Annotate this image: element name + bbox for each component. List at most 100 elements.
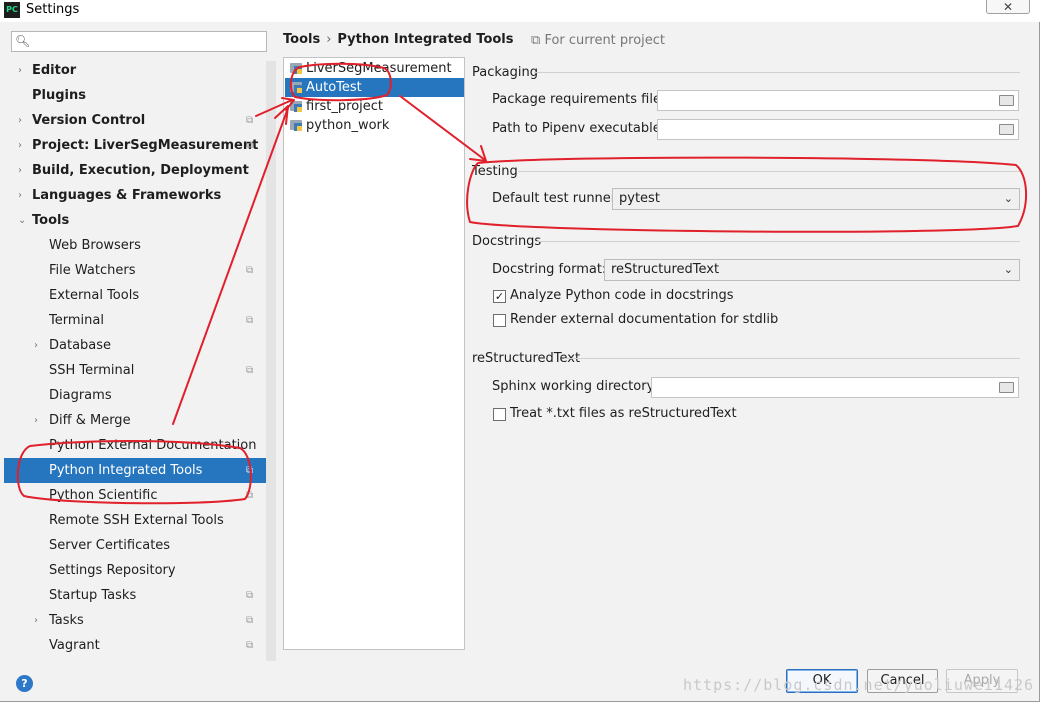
- sidebar-item[interactable]: File Watchers ⧉: [4, 258, 272, 283]
- sidebar-item-label: Project: LiverSegMeasurement: [32, 138, 259, 153]
- help-icon[interactable]: ?: [16, 675, 33, 692]
- section-divider: [564, 358, 1020, 359]
- python-project-icon: [290, 120, 302, 131]
- analyze-checkbox[interactable]: ✓: [493, 290, 506, 303]
- sidebar-item[interactable]: › Build, Execution, Deployment: [4, 158, 272, 183]
- breadcrumb-separator: ›: [326, 32, 332, 47]
- packaging-section-title: Packaging: [472, 65, 538, 80]
- sidebar-item[interactable]: Server Certificates: [4, 533, 272, 558]
- chevron-down-icon: ⌄: [1003, 263, 1013, 276]
- render-docs-checkbox[interactable]: [493, 314, 506, 327]
- sidebar-item-label: SSH Terminal: [49, 363, 135, 378]
- pipenv-field[interactable]: [657, 119, 1019, 140]
- chevron-down-icon[interactable]: ⌄: [18, 208, 26, 233]
- sidebar-item[interactable]: Python Integrated Tools ⧉: [4, 458, 272, 483]
- sidebar-item-label: Server Certificates: [49, 538, 171, 553]
- folder-icon[interactable]: [999, 124, 1014, 135]
- search-icon: 🔍︎: [15, 34, 31, 48]
- sidebar-item[interactable]: Plugins: [4, 83, 272, 108]
- sidebar-item-label: Tools: [32, 213, 70, 228]
- window-title: Settings: [26, 2, 80, 17]
- folder-icon[interactable]: [999, 382, 1014, 393]
- section-divider: [536, 241, 1020, 242]
- docstring-format-label: Docstring format:: [492, 262, 607, 277]
- docstring-format-select[interactable]: reStructuredText ⌄: [604, 259, 1020, 281]
- chevron-right-icon[interactable]: ›: [34, 608, 38, 633]
- sidebar-item[interactable]: Python Scientific ⧉: [4, 483, 272, 508]
- pipenv-label: Path to Pipenv executable:: [492, 121, 666, 136]
- chevron-right-icon[interactable]: ›: [18, 58, 22, 83]
- sidebar-item[interactable]: Web Browsers: [4, 233, 272, 258]
- project-scope-icon: ⧉: [246, 265, 254, 276]
- sidebar-item-label: Terminal: [49, 313, 104, 328]
- breadcrumb-parent[interactable]: Tools: [283, 32, 320, 47]
- sidebar-item[interactable]: Python External Documentation: [4, 433, 272, 458]
- chevron-right-icon[interactable]: ›: [18, 183, 22, 208]
- chevron-right-icon[interactable]: ›: [18, 108, 22, 133]
- sidebar-item-label: Build, Execution, Deployment: [32, 163, 249, 178]
- project-list-item[interactable]: AutoTest: [285, 78, 464, 97]
- sidebar-item[interactable]: Settings Repository: [4, 558, 272, 583]
- test-runner-value: pytest: [619, 191, 660, 206]
- sidebar-item-label: Languages & Frameworks: [32, 188, 222, 203]
- copy-icon: ⧉: [531, 33, 541, 48]
- sidebar-item-label: Diff & Merge: [49, 413, 131, 428]
- render-docs-label: Render external documentation for stdlib: [510, 312, 779, 327]
- python-project-icon: [290, 82, 302, 93]
- project-name: LiverSegMeasurement: [306, 61, 452, 76]
- project-name: first_project: [306, 99, 384, 114]
- sidebar-item[interactable]: › Version Control ⧉: [4, 108, 272, 133]
- sphinx-dir-field[interactable]: [651, 377, 1019, 398]
- chevron-right-icon[interactable]: ›: [18, 133, 22, 158]
- sidebar-item-label: Python Scientific: [49, 488, 158, 503]
- chevron-right-icon[interactable]: ›: [18, 158, 22, 183]
- section-divider: [518, 171, 1020, 172]
- sidebar-item-label: File Watchers: [49, 263, 136, 278]
- requirements-field[interactable]: [657, 90, 1019, 111]
- sidebar-item[interactable]: › Editor: [4, 58, 272, 83]
- sidebar-item[interactable]: › Project: LiverSegMeasurement ⧉: [4, 133, 272, 158]
- project-scope-icon: ⧉: [246, 640, 254, 651]
- sidebar-item-label: Remote SSH External Tools: [49, 513, 224, 528]
- sidebar-item[interactable]: Remote SSH External Tools: [4, 508, 272, 533]
- sidebar-item-label: Plugins: [32, 88, 86, 103]
- test-runner-select[interactable]: pytest ⌄: [612, 188, 1020, 210]
- requirements-label: Package requirements file:: [492, 92, 666, 107]
- sidebar-item[interactable]: Vagrant ⧉: [4, 633, 272, 658]
- scope-label: For current project: [544, 33, 666, 48]
- project-name: python_work: [306, 118, 390, 133]
- chevron-down-icon: ⌄: [1003, 192, 1013, 205]
- sidebar-item-label: Startup Tasks: [49, 588, 137, 603]
- sidebar-item[interactable]: Diagrams: [4, 383, 272, 408]
- chevron-right-icon[interactable]: ›: [34, 408, 38, 433]
- sidebar-item-label: Editor: [32, 63, 77, 78]
- folder-icon[interactable]: [999, 95, 1014, 106]
- sidebar-scrollbar[interactable]: [266, 61, 276, 661]
- treat-txt-checkbox[interactable]: [493, 408, 506, 421]
- sidebar-item[interactable]: SSH Terminal ⧉: [4, 358, 272, 383]
- chevron-right-icon[interactable]: ›: [34, 333, 38, 358]
- project-list-item[interactable]: first_project: [285, 97, 464, 116]
- sidebar-item[interactable]: › Database: [4, 333, 272, 358]
- search-input[interactable]: 🔍︎: [11, 31, 267, 52]
- project-list: LiverSegMeasurement AutoTest first_project…: [283, 57, 465, 650]
- section-divider: [534, 72, 1020, 73]
- sidebar-item[interactable]: External Tools: [4, 283, 272, 308]
- sidebar-item-label: Version Control: [32, 113, 146, 128]
- sidebar-item-label: Diagrams: [49, 388, 112, 403]
- title-bar: PC Settings ✕: [0, 0, 1040, 22]
- sidebar-item[interactable]: › Tasks ⧉: [4, 608, 272, 633]
- sidebar-item[interactable]: ⌄ Tools: [4, 208, 272, 233]
- project-list-item[interactable]: python_work: [285, 116, 464, 135]
- sidebar-item-label: Database: [49, 338, 112, 353]
- sidebar-item-label: Vagrant: [49, 638, 100, 653]
- sidebar-item[interactable]: Startup Tasks ⧉: [4, 583, 272, 608]
- sidebar-item[interactable]: Terminal ⧉: [4, 308, 272, 333]
- close-button[interactable]: ✕: [986, 0, 1030, 14]
- project-list-item[interactable]: LiverSegMeasurement: [285, 59, 464, 78]
- sidebar-item-label: Python Integrated Tools: [49, 463, 203, 478]
- pycharm-icon: PC: [4, 2, 20, 18]
- test-runner-label: Default test runner:: [492, 191, 621, 206]
- sidebar-item[interactable]: › Diff & Merge: [4, 408, 272, 433]
- sidebar-item[interactable]: › Languages & Frameworks: [4, 183, 272, 208]
